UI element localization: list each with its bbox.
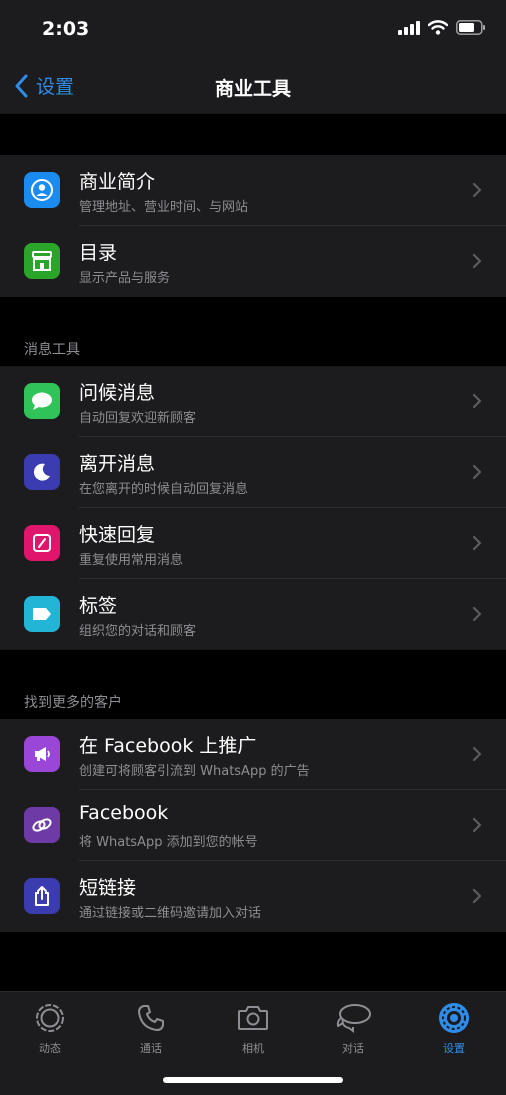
list-item-quick-replies[interactable]: 快速回复 重复使用常用消息 (0, 508, 506, 579)
item-title: 问候消息 (79, 382, 156, 404)
chevron-right-icon (472, 535, 482, 551)
storefront-icon (24, 243, 60, 279)
tab-label: 通话 (140, 1042, 162, 1055)
chevron-right-icon (472, 253, 482, 269)
tab-chats[interactable]: 对话 (313, 1000, 393, 1056)
item-subtitle: 显示产品与服务 (79, 271, 171, 286)
item-subtitle: 自动回复欢迎新顾客 (79, 411, 197, 426)
item-subtitle: 创建可将顾客引流到 WhatsApp 的广告 (79, 764, 310, 779)
chats-icon (336, 1004, 371, 1033)
chevron-right-icon (472, 606, 482, 622)
signal-icon (398, 20, 420, 35)
item-title: 离开消息 (79, 453, 156, 475)
chevron-right-icon (472, 817, 482, 833)
tab-settings[interactable]: 设置 (414, 1000, 494, 1056)
business-profile-icon (24, 172, 60, 208)
item-title: 快速回复 (79, 524, 156, 546)
item-title: 商业简介 (79, 171, 156, 193)
list-item-business-profile[interactable]: 商业简介 管理地址、营业时间、与网站 (0, 155, 506, 226)
navigation-bar: 设置 商业工具 (0, 60, 506, 114)
status-bar: 2:03 (0, 0, 506, 60)
quick-reply-icon (24, 525, 60, 561)
section-header-find-customers: 找到更多的客户 (24, 695, 122, 711)
label-tag-icon (24, 596, 60, 632)
tab-label: 动态 (39, 1042, 61, 1055)
section-business: 商业简介 管理地址、营业时间、与网站 目录 显示产品与服务 (0, 155, 506, 297)
item-subtitle: 在您离开的时候自动回复消息 (79, 482, 249, 497)
item-subtitle: 通过链接或二维码邀请加入对话 (79, 906, 262, 921)
list-item-greeting-message[interactable]: 问候消息 自动回复欢迎新顾客 (0, 366, 506, 437)
page-title: 商业工具 (214, 78, 291, 100)
phone-icon (138, 1005, 164, 1031)
tab-status[interactable]: 动态 (10, 1000, 90, 1056)
section-find-customers: 在 Facebook 上推广 创建可将顾客引流到 WhatsApp 的广告 Fa… (0, 719, 506, 932)
item-title: 目录 (79, 242, 118, 264)
status-icons (398, 20, 486, 35)
item-title: 在 Facebook 上推广 (79, 735, 257, 757)
tab-label: 对话 (342, 1042, 364, 1055)
status-time: 2:03 (42, 18, 90, 40)
chat-bubble-icon (24, 383, 60, 419)
settings-gear-icon (439, 1003, 469, 1033)
tab-camera[interactable]: 相机 (213, 1000, 293, 1056)
section-header-messaging-tools: 消息工具 (24, 342, 80, 358)
item-title: 短链接 (79, 877, 137, 899)
link-chain-icon (24, 807, 60, 843)
chevron-right-icon (472, 182, 482, 198)
moon-icon (24, 454, 60, 490)
chevron-right-icon (472, 393, 482, 409)
list-item-catalog[interactable]: 目录 显示产品与服务 (0, 226, 506, 297)
section-messaging-tools: 问候消息 自动回复欢迎新顾客 离开消息 在您离开的时候自动回复消息 快速回复 重… (0, 366, 506, 650)
tab-label: 设置 (443, 1042, 465, 1055)
list-item-away-message[interactable]: 离开消息 在您离开的时候自动回复消息 (0, 437, 506, 508)
list-item-labels[interactable]: 标签 组织您的对话和顾客 (0, 579, 506, 650)
item-title: 标签 (79, 595, 118, 617)
home-indicator (163, 1077, 343, 1083)
tab-label: 相机 (242, 1042, 264, 1055)
tab-calls[interactable]: 通话 (111, 1000, 191, 1056)
list-item-short-link[interactable]: 短链接 通过链接或二维码邀请加入对话 (0, 861, 506, 932)
chevron-right-icon (472, 464, 482, 480)
list-item-advertise-facebook[interactable]: 在 Facebook 上推广 创建可将顾客引流到 WhatsApp 的广告 (0, 719, 506, 790)
item-subtitle: 管理地址、营业时间、与网站 (79, 200, 249, 215)
chevron-right-icon (472, 746, 482, 762)
item-title: Facebook (79, 802, 169, 824)
megaphone-icon (24, 736, 60, 772)
item-subtitle: 重复使用常用消息 (79, 553, 184, 568)
item-subtitle: 组织您的对话和顾客 (79, 624, 197, 639)
battery-icon (456, 20, 485, 35)
camera-icon (238, 1006, 268, 1030)
status-icon (36, 1004, 64, 1032)
wifi-icon (428, 20, 448, 35)
chevron-right-icon (472, 888, 482, 904)
list-item-facebook[interactable]: Facebook 将 WhatsApp 添加到您的帐号 (0, 790, 506, 861)
share-icon (24, 878, 60, 914)
item-subtitle: 将 WhatsApp 添加到您的帐号 (79, 835, 258, 850)
